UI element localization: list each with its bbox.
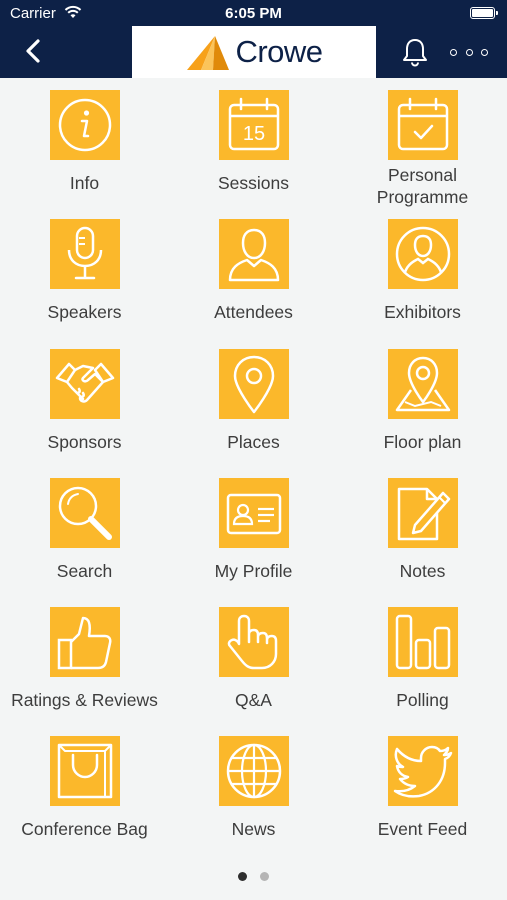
tile-search[interactable]: Search bbox=[0, 476, 169, 605]
tile-notes[interactable]: Notes bbox=[338, 476, 507, 605]
tile-exhibitors[interactable]: Exhibitors bbox=[338, 217, 507, 346]
person-circle-icon bbox=[395, 227, 450, 282]
back-button[interactable] bbox=[18, 36, 48, 66]
tile-polling[interactable]: Polling bbox=[338, 605, 507, 734]
tile-label: Conference Bag bbox=[21, 819, 148, 840]
tile-label: Personal Programme bbox=[376, 165, 469, 207]
status-time: 6:05 PM bbox=[225, 5, 282, 22]
page-dot-active[interactable] bbox=[238, 872, 247, 881]
tile-attendees[interactable]: Attendees bbox=[169, 217, 338, 346]
tile-label: Q&A bbox=[235, 690, 272, 711]
tile-label: Polling bbox=[396, 690, 449, 711]
thumbs-up-icon bbox=[57, 616, 111, 670]
tile-conference-bag[interactable]: Conference Bag bbox=[0, 734, 169, 863]
chevron-left-icon bbox=[26, 39, 40, 63]
tile-sponsors[interactable]: Sponsors bbox=[0, 347, 169, 476]
tile-ratings-reviews[interactable]: Ratings & Reviews bbox=[0, 605, 169, 734]
tile-places[interactable]: Places bbox=[169, 347, 338, 476]
tile-sessions[interactable]: 15 Sessions bbox=[169, 88, 338, 217]
tile-label: Sessions bbox=[217, 173, 289, 193]
bar-chart-icon bbox=[395, 614, 450, 670]
tile-floor-plan[interactable]: Floor plan bbox=[338, 347, 507, 476]
more-button[interactable] bbox=[450, 42, 488, 62]
menu-grid: Info 15 Sessions Personal Programme Spea… bbox=[0, 88, 507, 864]
tile-label: Attendees bbox=[214, 302, 293, 323]
tile-label: Sponsors bbox=[47, 431, 122, 452]
notifications-button[interactable] bbox=[400, 37, 430, 67]
tile-personal-programme[interactable]: Personal Programme bbox=[338, 88, 507, 217]
map-pin-icon bbox=[233, 355, 274, 413]
globe-icon bbox=[226, 744, 281, 799]
ellipsis-icon bbox=[450, 48, 457, 56]
tile-event-feed[interactable]: Event Feed bbox=[338, 734, 507, 863]
tile-label: Event Feed bbox=[377, 819, 468, 840]
brand-logo: Crowe bbox=[132, 26, 376, 78]
battery-icon bbox=[470, 7, 498, 19]
calendar-day: 15 bbox=[242, 123, 264, 145]
crowe-logo-icon bbox=[187, 36, 230, 70]
map-icon bbox=[395, 356, 450, 411]
tile-qa[interactable]: Q&A bbox=[169, 605, 338, 734]
search-icon bbox=[58, 486, 112, 540]
person-icon bbox=[228, 229, 279, 282]
calendar-icon: 15 bbox=[228, 97, 279, 151]
tile-label: Floor plan bbox=[383, 431, 462, 452]
id-card-icon bbox=[226, 493, 281, 535]
tile-label: News bbox=[231, 819, 276, 840]
tile-label: Search bbox=[56, 560, 113, 581]
pointing-hand-icon bbox=[227, 614, 277, 670]
info-icon bbox=[58, 98, 111, 152]
tile-news[interactable]: News bbox=[169, 734, 338, 863]
tile-label: Places bbox=[227, 431, 280, 452]
page-indicator[interactable] bbox=[0, 872, 507, 884]
page-dot[interactable] bbox=[260, 872, 269, 881]
logo-text: Crowe bbox=[235, 34, 323, 69]
tile-label: My Profile bbox=[214, 560, 293, 581]
bird-icon bbox=[393, 746, 452, 799]
tile-label: Exhibitors bbox=[384, 302, 461, 323]
tile-my-profile[interactable]: My Profile bbox=[169, 476, 338, 605]
tile-label: Speakers bbox=[47, 302, 122, 323]
microphone-icon bbox=[67, 227, 102, 280]
tile-label: Info bbox=[69, 173, 100, 193]
bell-icon bbox=[403, 39, 427, 67]
note-pencil-icon bbox=[397, 487, 450, 541]
calendar-check-icon bbox=[397, 97, 448, 151]
tile-info[interactable]: Info bbox=[0, 88, 169, 217]
tile-speakers[interactable]: Speakers bbox=[0, 217, 169, 346]
tile-label: Notes bbox=[399, 560, 446, 581]
tile-label: Ratings & Reviews bbox=[11, 690, 158, 711]
status-bar: Carrier 6:05 PM bbox=[0, 0, 507, 26]
shopping-bag-icon bbox=[57, 744, 112, 799]
handshake-icon bbox=[55, 362, 114, 403]
